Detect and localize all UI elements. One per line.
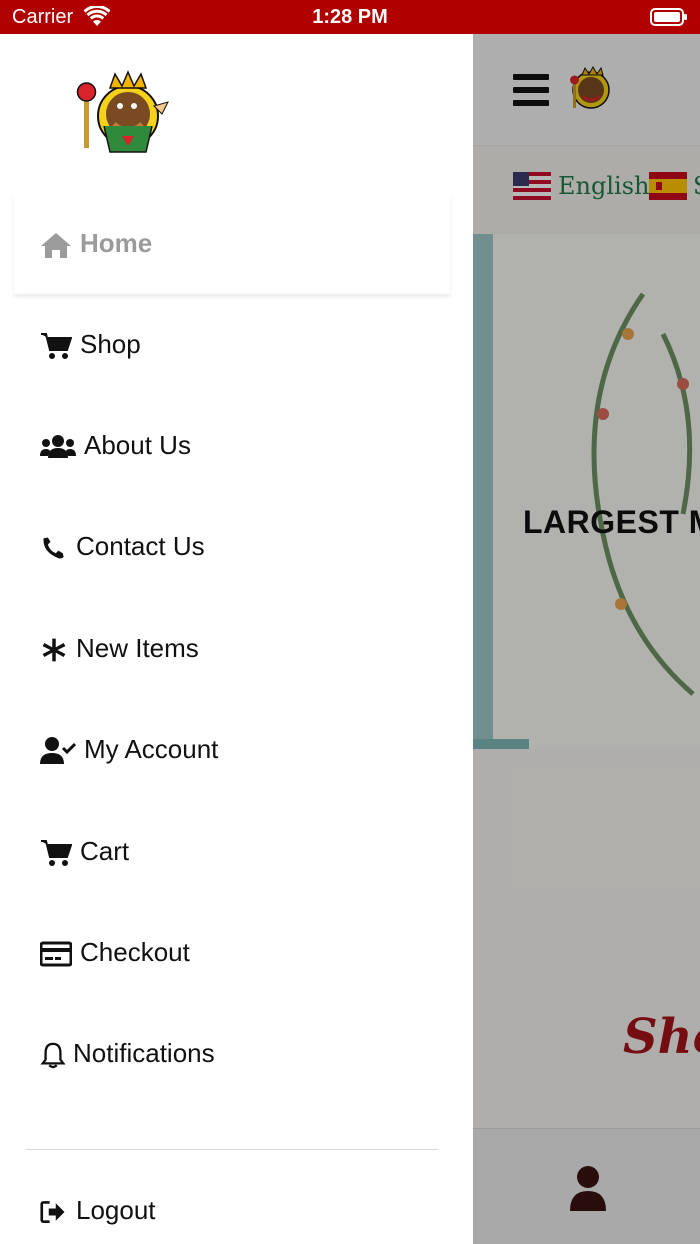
menu-divider [26,1149,438,1150]
menu-item-notifications[interactable]: Notifications [14,1004,450,1104]
phone-icon [43,537,64,559]
menu-item-new-items[interactable]: New Items [14,599,450,699]
menu-item-shop[interactable]: Shop [14,295,450,395]
bell-icon [40,1042,66,1069]
cart-icon [41,840,72,866]
menu-item-home[interactable]: Home [14,194,450,294]
menu-item-label: My Account [84,734,219,764]
menu-item-contact-us[interactable]: Contact Us [14,497,450,597]
status-bar: Carrier 1:28 PM [0,0,700,34]
menu-item-label: Checkout [80,937,190,967]
cart-icon [41,333,72,359]
home-icon [41,233,71,258]
navigation-drawer: Home Shop About Us Contact Us New Items [0,34,473,1244]
menu-item-label: New Items [76,633,199,663]
drawer-overlay[interactable] [473,34,700,1244]
king-logo-icon [76,70,169,153]
menu-item-checkout[interactable]: Checkout [14,903,450,1003]
menu-item-label: Home [80,228,153,258]
menu-item-my-account[interactable]: My Account [14,700,450,800]
menu-item-label: About Us [84,430,191,460]
menu-item-label: Notifications [73,1038,215,1068]
battery-icon [650,8,687,26]
menu-item-label: Cart [80,836,130,866]
users-icon [40,435,76,458]
menu-item-label: Contact Us [76,531,205,561]
menu-item-label: Shop [80,329,141,359]
logout-label: Logout [76,1195,156,1225]
menu-item-cart[interactable]: Cart [14,802,450,902]
logout-button[interactable]: Logout [14,1161,450,1244]
user-check-icon [40,737,76,764]
status-time: 1:28 PM [312,6,388,28]
menu-item-about-us[interactable]: About Us [14,396,450,496]
credit-card-icon [40,941,72,967]
logout-icon [40,1201,65,1223]
asterisk-icon [42,638,66,662]
